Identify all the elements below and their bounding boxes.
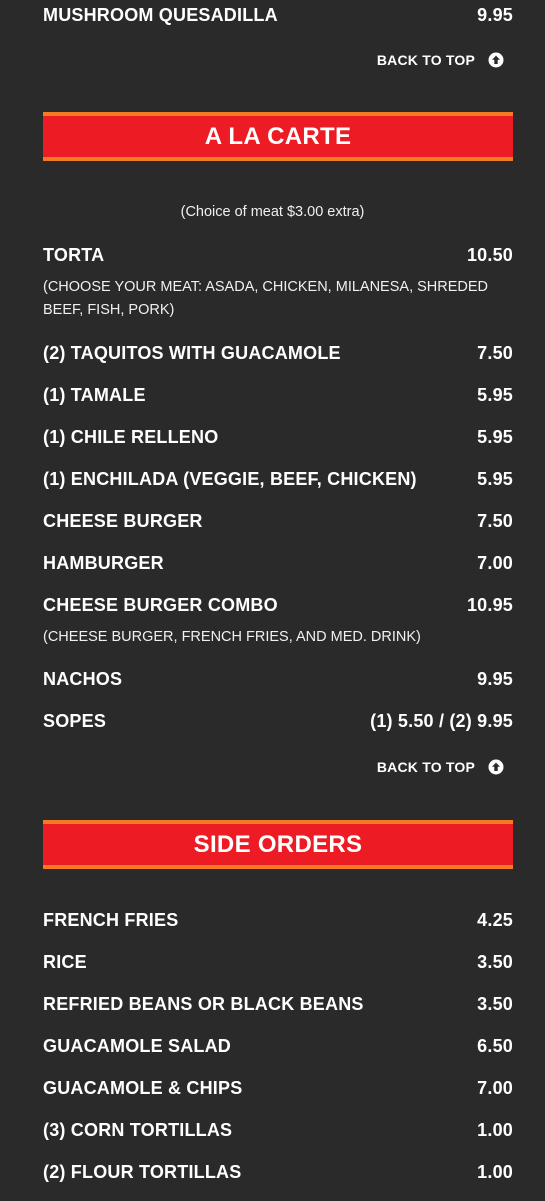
- menu-item-price: 1.00: [477, 1120, 513, 1140]
- menu-item-name: (2) FLOUR TORTILLAS: [43, 1162, 242, 1182]
- back-to-top-link[interactable]: BACK TO TOP: [377, 759, 504, 775]
- menu-item-price: 6.50: [477, 1036, 513, 1056]
- back-to-top-label: BACK TO TOP: [376, 759, 475, 775]
- section-banner-a-la-carte: A LA CARTE: [43, 112, 513, 161]
- menu-item-name: SOPES: [43, 711, 107, 731]
- menu-item-name: CHEESE BURGER COMBO: [43, 595, 278, 615]
- arrow-circle-up-icon: [488, 52, 504, 68]
- menu-item-name: MUSHROOM QUESADILLA: [43, 5, 278, 25]
- menu-item-name: (1) CHILE RELLENO: [43, 427, 219, 447]
- menu-item-name: CHEESE BURGER: [43, 511, 203, 531]
- menu-item-price: 9.95: [477, 5, 513, 25]
- menu-item-price: (1) 5.50 / (2) 9.95: [370, 711, 513, 731]
- menu-item-name: (1) ENCHILADA (VEGGIE, BEEF, CHICKEN): [43, 469, 417, 489]
- menu-item-name: TORTA: [43, 245, 105, 265]
- menu-item-name: REFRIED BEANS OR BLACK BEANS: [43, 994, 364, 1014]
- menu-item-name: FRENCH FRIES: [43, 910, 179, 930]
- menu-item-name: (2) TAQUITOS WITH GUACAMOLE: [43, 343, 341, 363]
- menu-item-price: 7.50: [477, 343, 513, 363]
- section-banner-side-orders: SIDE ORDERS: [43, 820, 513, 869]
- menu-item-price: 10.50: [466, 245, 513, 265]
- menu-item-price: 3.50: [477, 994, 513, 1014]
- menu-item-price: 7.00: [477, 553, 513, 573]
- menu-item-price: 5.95: [477, 427, 513, 447]
- section-note: (Choice of meat $3.00 extra): [180, 204, 365, 220]
- menu-item-name: (3) CORN TORTILLAS: [43, 1120, 233, 1140]
- menu-item-price: 3.50: [477, 952, 513, 972]
- menu-item-description: (CHOOSE YOUR MEAT: ASADA, CHICKEN, MILAN…: [43, 279, 489, 318]
- menu-item-price: 1.00: [477, 1162, 513, 1182]
- menu-item-price: 4.25: [477, 910, 513, 930]
- menu-item-description: (CHEESE BURGER, FRENCH FRIES, AND MED. D…: [43, 629, 421, 645]
- menu-item-name: NACHOS: [43, 669, 123, 689]
- section-title: A LA CARTE: [204, 122, 352, 150]
- back-to-top-label: BACK TO TOP: [376, 52, 475, 68]
- menu-item-name: HAMBURGER: [43, 553, 164, 573]
- menu-item-price: 10.95: [466, 595, 513, 615]
- arrow-circle-up-icon: [488, 759, 504, 775]
- menu-item-name: RICE: [43, 952, 87, 972]
- section-title: SIDE ORDERS: [193, 830, 363, 858]
- back-to-top-link[interactable]: BACK TO TOP: [377, 52, 504, 68]
- menu-item-name: GUACAMOLE SALAD: [43, 1036, 231, 1056]
- menu-item-name: GUACAMOLE & CHIPS: [43, 1078, 243, 1098]
- menu-item-name: (1) TAMALE: [43, 385, 146, 405]
- menu-item-price: 7.50: [477, 511, 513, 531]
- menu-item-price: 9.95: [477, 669, 513, 689]
- menu-item-price: 5.95: [477, 469, 513, 489]
- menu-item-price: 5.95: [477, 385, 513, 405]
- menu-item-price: 7.00: [477, 1078, 513, 1098]
